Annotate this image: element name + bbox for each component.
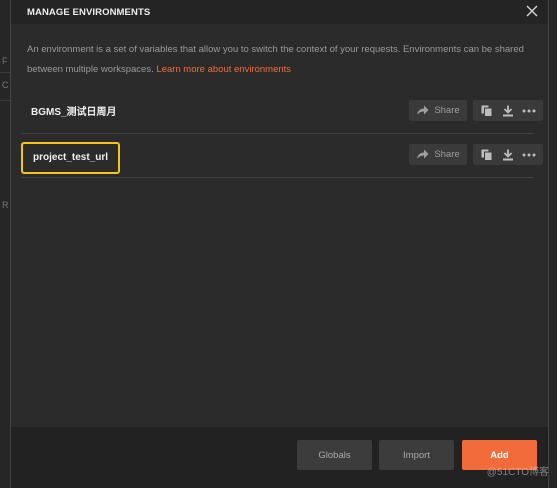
more-icon[interactable] [521,147,537,163]
environment-name[interactable]: BGMS_测试日周月 [31,103,117,118]
environment-actions [473,144,543,165]
duplicate-icon[interactable] [479,147,495,163]
share-button[interactable]: Share [409,100,467,121]
more-icon[interactable] [521,103,537,119]
modal-description: An environment is a set of variables tha… [27,40,539,80]
share-label: Share [434,105,460,116]
learn-more-link[interactable]: Learn more about environments [156,64,291,75]
duplicate-icon[interactable] [479,103,495,119]
modal-header: MANAGE ENVIRONMENTS [11,0,548,24]
environment-name[interactable]: project_test_url [21,142,121,174]
background-app-panel: F C R [0,0,10,488]
share-button[interactable]: Share [409,144,467,165]
download-icon[interactable] [500,147,516,163]
manage-environments-modal: MANAGE ENVIRONMENTS An environment is a … [10,0,549,488]
environment-row: project_test_url Share [21,133,543,178]
share-label: Share [434,149,460,160]
environment-actions [473,100,543,121]
share-arrow-icon [417,105,429,115]
import-button[interactable]: Import [379,440,454,470]
background-tab-letter: C [2,80,9,90]
background-tab-letter: F [2,56,8,66]
background-app-panel-right [549,0,557,488]
download-icon[interactable] [500,103,516,119]
modal-footer: Globals Import Add [11,427,548,488]
background-divider [0,100,10,101]
watermark: @51CTO博客 [486,467,549,478]
close-icon[interactable] [524,3,540,19]
background-tab-letter: R [2,200,9,210]
modal-title: MANAGE ENVIRONMENTS [27,7,151,18]
environment-row: BGMS_测试日周月 Share [21,89,543,134]
globals-button[interactable]: Globals [297,440,372,470]
share-arrow-icon [417,149,429,159]
background-divider [0,72,10,73]
